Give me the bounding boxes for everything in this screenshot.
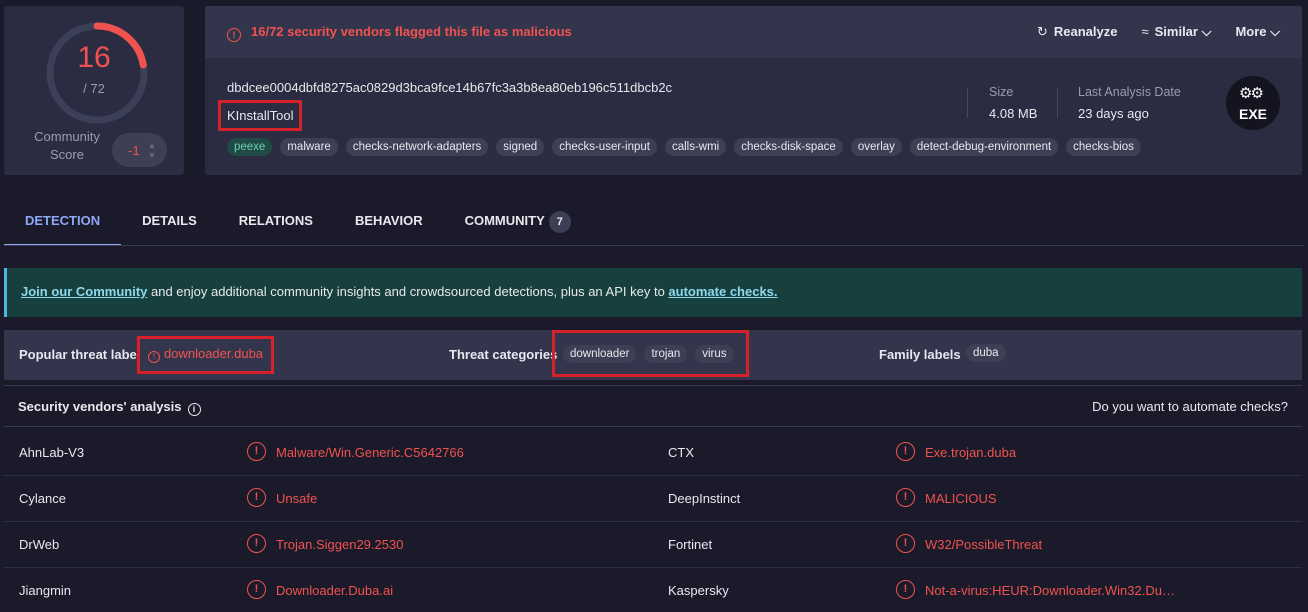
vendor-result: ! W32/PossibleThreat: [896, 534, 1042, 553]
vendor-row: AhnLab-V3 ! Malware/Win.Generic.C5642766 CT…: [4, 430, 1302, 476]
file-tag[interactable]: checks-bios: [1066, 138, 1141, 156]
file-tag[interactable]: malware: [280, 138, 338, 156]
vendor-result: ! Exe.trojan.duba: [896, 442, 1016, 461]
tab-relations[interactable]: RELATIONS: [218, 198, 334, 246]
alert-icon: !: [227, 28, 241, 42]
vendor-name: DeepInstinct: [668, 491, 741, 506]
vendor-row: DrWeb ! Trojan.Siggen29.2530 Fortinet ! W32/P…: [4, 522, 1302, 568]
vendor-result: ! Malware/Win.Generic.C5642766: [247, 442, 464, 461]
detection-total: / 72: [83, 81, 105, 96]
last-analysis-label: Last Analysis Date: [1078, 85, 1181, 99]
tab-details[interactable]: DETAILS: [121, 198, 218, 246]
info-header: ! 16/72 security vendors flagged this fil…: [205, 6, 1302, 58]
alert-icon: !: [148, 351, 160, 363]
reanalyze-button[interactable]: ↻ Reanalyze: [1037, 24, 1118, 40]
threat-category-tag[interactable]: trojan: [644, 344, 688, 363]
vendors-title: Security vendors' analysis i: [18, 399, 201, 416]
vendor-name: AhnLab-V3: [19, 445, 85, 460]
vendor-result: ! Downloader.Duba.ai: [247, 580, 393, 599]
vendor-name: Jiangmin: [19, 583, 72, 598]
file-tag[interactable]: overlay: [850, 138, 902, 156]
vendors-table: AhnLab-V3 ! Malware/Win.Generic.C5642766 CT…: [4, 430, 1302, 612]
vendor-result: ! Not-a-virus:HEUR:Downloader.Win32.Du…: [896, 580, 1175, 599]
info-icon[interactable]: i: [187, 403, 201, 416]
vendor-name: Kaspersky: [668, 583, 729, 598]
detection-count: 16: [77, 41, 111, 74]
alert-icon: !: [247, 488, 266, 507]
community-score-value: -1: [128, 143, 140, 158]
file-tag[interactable]: signed: [496, 138, 545, 156]
divider: [1057, 88, 1058, 118]
file-tag[interactable]: checks-network-adapters: [345, 138, 489, 156]
file-hash[interactable]: dbdcee0004dbfd8275ac0829d3bca9fce14b67fc…: [227, 80, 672, 95]
file-name: KInstallTool: [217, 100, 303, 131]
alert-icon: !: [247, 580, 266, 599]
file-info-card: ! 16/72 security vendors flagged this fil…: [205, 6, 1302, 175]
file-tags: peexe malware checks-network-adapters signe…: [227, 138, 1141, 156]
threat-categories-label: Threat categories: [449, 347, 558, 362]
chevron-down-icon: ⌵: [1270, 24, 1280, 39]
divider: [967, 88, 968, 118]
vendor-result: ! Trojan.Siggen29.2530: [247, 534, 403, 553]
popular-threat-value[interactable]: ! downloader.duba: [136, 336, 275, 374]
family-tag[interactable]: duba: [966, 344, 1006, 362]
vendor-name: Cylance: [19, 491, 66, 506]
alert-icon: !: [896, 442, 915, 461]
automate-prompt[interactable]: Do you want to automate checks?: [1092, 399, 1288, 414]
similar-icon: ≈: [1141, 24, 1149, 39]
chevron-down-icon: ⌵: [1201, 24, 1212, 39]
threat-category-tag[interactable]: virus: [695, 344, 734, 363]
file-type-badge: ⚙⚙ EXE: [1226, 76, 1280, 130]
flag-message: ! 16/72 security vendors flagged this fil…: [227, 24, 572, 42]
community-score-voter: -1 ▲ ▼: [112, 133, 167, 167]
threat-summary-row: Popular threat label ! downloader.duba Th…: [4, 330, 1302, 380]
community-score-label: Community Score: [34, 129, 100, 162]
file-tag[interactable]: checks-user-input: [552, 138, 657, 156]
join-community-link[interactable]: Join our Community: [21, 284, 147, 299]
tab-behavior[interactable]: BEHAVIOR: [334, 198, 444, 246]
alert-icon: !: [247, 442, 266, 461]
more-button[interactable]: More ⌵: [1235, 24, 1280, 40]
vote-down-icon[interactable]: ▼: [148, 152, 158, 160]
tab-community[interactable]: COMMUNITY 7: [444, 198, 592, 246]
vendor-result: ! MALICIOUS: [896, 488, 997, 507]
alert-icon: !: [896, 488, 915, 507]
vendor-row: Jiangmin ! Downloader.Duba.ai Kaspersky ! Not…: [4, 568, 1302, 612]
vendor-name: DrWeb: [19, 537, 60, 552]
file-tag[interactable]: detect-debug-environment: [909, 138, 1059, 156]
size-value: 4.08 MB: [989, 106, 1038, 121]
alert-icon: !: [896, 534, 915, 553]
refresh-icon: ↻: [1036, 24, 1048, 39]
vendor-row: Cylance ! Unsafe DeepInstinct ! MALICIOUS: [4, 476, 1302, 522]
tab-divider: [4, 245, 1304, 246]
last-analysis-value: 23 days ago: [1078, 106, 1149, 121]
popular-threat-label: Popular threat label: [19, 347, 141, 362]
threat-category-tag[interactable]: downloader: [563, 344, 637, 363]
tab-detection[interactable]: DETECTION: [4, 198, 122, 246]
vendor-result: ! Unsafe: [247, 488, 317, 507]
vendors-header: Security vendors' analysis i Do you want …: [4, 385, 1302, 427]
similar-button[interactable]: ≈ Similar ⌵: [1141, 24, 1211, 40]
size-label: Size: [989, 85, 1014, 99]
community-count-badge: 7: [548, 211, 571, 233]
file-tag[interactable]: peexe: [227, 138, 273, 156]
banner-text: and enjoy additional community insights …: [147, 284, 669, 299]
vendor-name: Fortinet: [668, 537, 713, 552]
vote-up-icon[interactable]: ▲: [148, 142, 158, 150]
file-tag[interactable]: calls-wmi: [664, 138, 727, 156]
threat-categories: downloader trojan virus: [552, 330, 749, 377]
detection-score-card: 16 / 72 Community Score -1 ▲ ▼: [4, 6, 184, 175]
header-actions: ↻ Reanalyze ≈ Similar ⌵ More ⌵: [1037, 24, 1280, 40]
community-banner: Join our Community and enjoy additional …: [4, 268, 1302, 317]
alert-icon: !: [896, 580, 915, 599]
tab-bar: DETECTION DETAILS RELATIONS BEHAVIOR COMMUNI…: [4, 198, 592, 246]
alert-icon: !: [247, 534, 266, 553]
gears-icon: ⚙⚙: [1239, 85, 1264, 102]
file-tag[interactable]: checks-disk-space: [734, 138, 843, 156]
automate-checks-link[interactable]: automate checks.: [668, 284, 777, 299]
vendor-name: CTX: [668, 445, 694, 460]
family-labels-label: Family labels: [879, 347, 961, 362]
